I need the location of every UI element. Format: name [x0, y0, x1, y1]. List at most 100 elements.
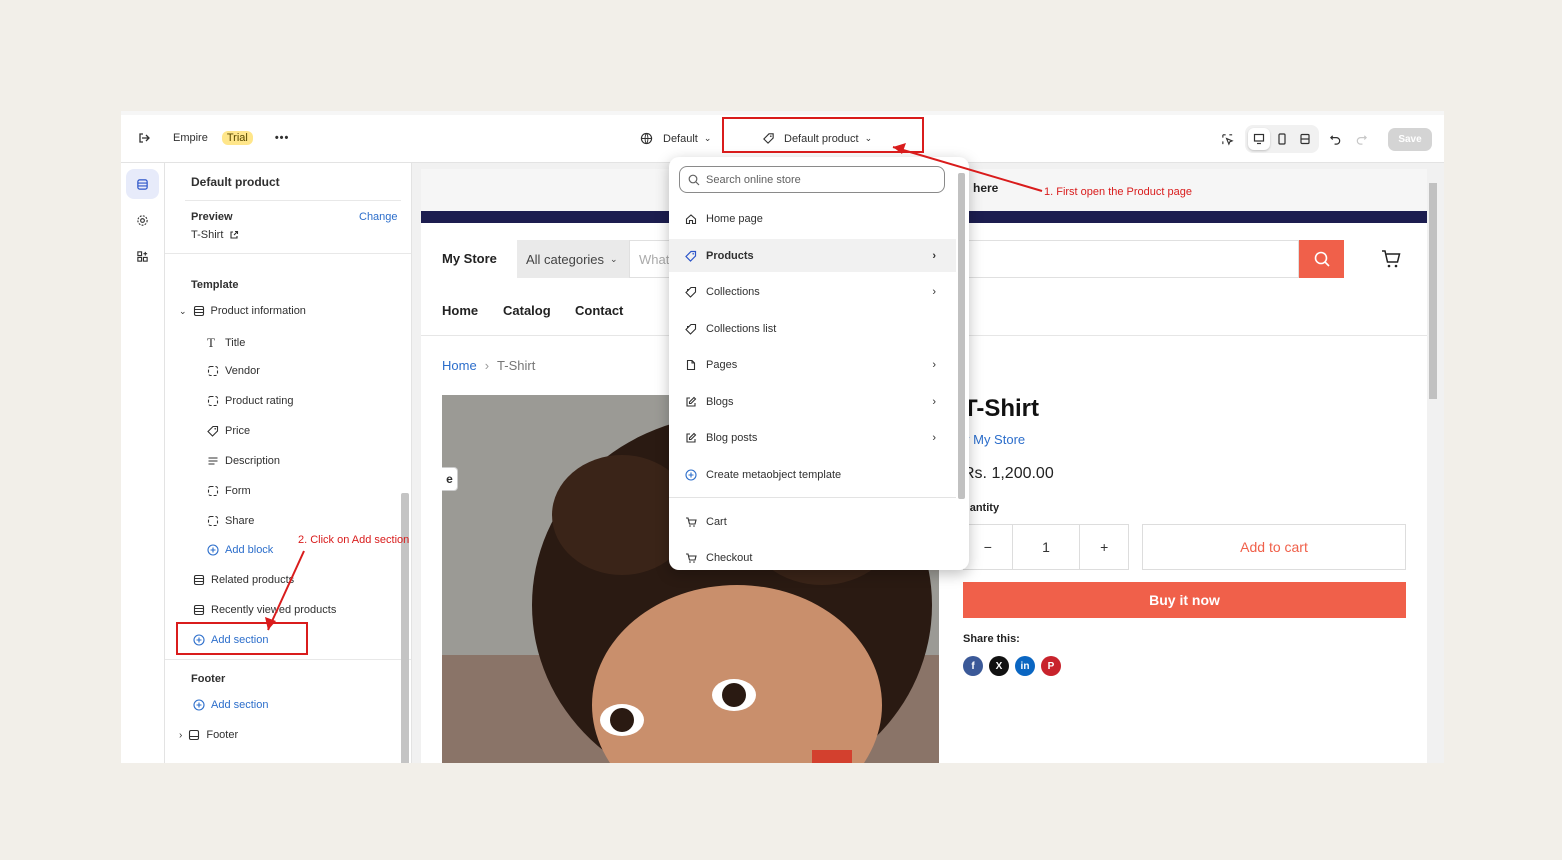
cart-button[interactable]	[1380, 248, 1402, 273]
block-form[interactable]: Form	[207, 485, 251, 497]
dropdown-item-label: Collections	[706, 285, 760, 298]
section-recently-viewed[interactable]: Recently viewed products	[193, 604, 336, 616]
scrollbar-thumb[interactable]	[1429, 183, 1437, 399]
dropdown-item-blogs[interactable]: Blogs ›	[669, 385, 956, 418]
sections-icon	[137, 178, 148, 190]
undo-icon	[1330, 135, 1341, 145]
block-share[interactable]: Share	[207, 515, 254, 527]
text-block-icon	[208, 457, 218, 465]
divider	[165, 253, 411, 254]
dropdown-search-input[interactable]: Search online store	[679, 166, 945, 193]
desktop-view-button[interactable]	[1248, 128, 1271, 150]
breadcrumb: Home › T-Shirt	[442, 358, 535, 373]
quantity-increase-button[interactable]: +	[1080, 539, 1128, 555]
dropdown-item-label: Cart	[706, 515, 727, 528]
footer-group-label: Footer	[191, 673, 226, 685]
locale-selector[interactable]: Default ⌄	[640, 132, 711, 145]
product-vendor[interactable]: y My Store	[963, 432, 1025, 447]
add-block-button[interactable]: Add block	[207, 544, 273, 556]
preview-resource[interactable]: T-Shirt	[191, 229, 239, 241]
plus-circle-icon	[193, 699, 205, 711]
block-icon	[207, 395, 219, 407]
preview-scrollbar[interactable]	[1427, 169, 1439, 763]
inspector-toggle[interactable]	[1221, 133, 1234, 146]
text-icon: T	[207, 335, 215, 350]
mobile-view-button[interactable]	[1271, 128, 1293, 150]
nav-contact[interactable]: Contact	[575, 303, 623, 318]
block-description[interactable]: Description	[207, 455, 280, 467]
exit-button[interactable]	[137, 131, 151, 145]
store-search-button[interactable]	[1299, 240, 1344, 278]
block-price[interactable]: Price	[207, 425, 250, 437]
page-icon	[686, 359, 696, 370]
block-label: Form	[225, 485, 251, 497]
pinterest-icon[interactable]: P	[1041, 656, 1061, 676]
dropdown-item-products[interactable]: Products ›	[669, 239, 956, 272]
store-logo[interactable]: My Store	[442, 251, 497, 266]
dropdown-item-label: Pages	[706, 358, 738, 371]
redo-button[interactable]	[1355, 133, 1368, 146]
quantity-input[interactable]: 1	[1011, 525, 1081, 569]
image-gallery-tab[interactable]: e	[442, 467, 458, 491]
block-icon	[207, 365, 219, 377]
buy-now-button[interactable]: Buy it now	[963, 582, 1406, 618]
scrollbar-thumb[interactable]	[958, 173, 965, 499]
facebook-icon[interactable]: f	[963, 656, 983, 676]
x-icon[interactable]: X	[989, 656, 1009, 676]
dropdown-item-create-metaobject[interactable]: Create metaobject template	[669, 458, 956, 491]
add-block-label: Add block	[225, 544, 274, 556]
dropdown-item-pages[interactable]: Pages ›	[669, 348, 956, 381]
footer-icon	[189, 729, 200, 741]
dropdown-item-label: Create metaobject template	[706, 468, 842, 481]
undo-button[interactable]	[1329, 133, 1342, 146]
dropdown-item-collections[interactable]: Collections ›	[669, 275, 956, 308]
change-preview-link[interactable]: Change	[359, 211, 398, 223]
add-to-cart-button[interactable]: Add to cart	[1142, 524, 1406, 570]
footer-add-section-button[interactable]: Add section	[193, 699, 268, 711]
chevron-right-icon: ›	[932, 358, 936, 371]
breadcrumb-home[interactable]: Home	[442, 358, 477, 373]
dropdown-item-home-page[interactable]: Home page	[669, 202, 956, 235]
theme-settings-button[interactable]	[126, 205, 159, 235]
product-title: T-Shirt	[963, 395, 1039, 422]
linkedin-icon[interactable]: in	[1015, 656, 1035, 676]
block-vendor[interactable]: Vendor	[207, 365, 260, 377]
chevron-right-icon: ›	[179, 729, 183, 741]
section-icon	[193, 604, 205, 616]
block-product-rating[interactable]: Product rating	[207, 395, 293, 407]
dropdown-scrollbar[interactable]	[956, 167, 966, 567]
breadcrumb-separator: ›	[484, 358, 490, 373]
gear-icon	[137, 214, 148, 226]
section-footer[interactable]: › Footer	[179, 729, 238, 741]
panel-title: Default product	[191, 175, 280, 189]
quantity-decrease-button[interactable]: −	[964, 539, 1012, 555]
save-button[interactable]: Save	[1388, 128, 1432, 151]
section-related-products[interactable]: Related products	[193, 574, 294, 586]
category-select[interactable]: All categories ⌄	[517, 240, 629, 278]
dropdown-item-collections-list[interactable]: Collections list	[669, 312, 956, 345]
preview-value: T-Shirt	[191, 229, 224, 241]
dropdown-item-checkout[interactable]: Checkout	[669, 541, 956, 570]
sections-button[interactable]	[126, 169, 159, 199]
block-label: Title	[225, 337, 246, 349]
block-label: Price	[225, 425, 251, 437]
exit-icon	[139, 133, 150, 143]
mobile-icon	[1278, 133, 1286, 145]
nav-catalog[interactable]: Catalog	[503, 303, 551, 318]
dropdown-item-blog-posts[interactable]: Blog posts ›	[669, 421, 956, 454]
section-product-information[interactable]: ⌄ Product information	[179, 305, 306, 317]
nav-home[interactable]: Home	[442, 303, 478, 318]
annotation-step-1: 1. First open the Product page	[1044, 186, 1192, 198]
annotation-step-2: 2. Click on Add section	[298, 534, 410, 546]
fullscreen-icon	[1300, 133, 1310, 145]
dropdown-item-label: Checkout	[706, 551, 753, 564]
block-title[interactable]: T Title	[207, 335, 245, 351]
collection-icon	[685, 323, 697, 335]
dropdown-item-cart[interactable]: Cart	[669, 505, 956, 538]
more-actions-button[interactable]: •••	[275, 132, 290, 144]
collection-icon	[685, 286, 697, 298]
dropdown-item-label: Blog posts	[706, 431, 758, 444]
app-embeds-button[interactable]	[126, 241, 159, 271]
fullscreen-view-button[interactable]	[1294, 128, 1316, 150]
home-icon	[685, 213, 697, 224]
